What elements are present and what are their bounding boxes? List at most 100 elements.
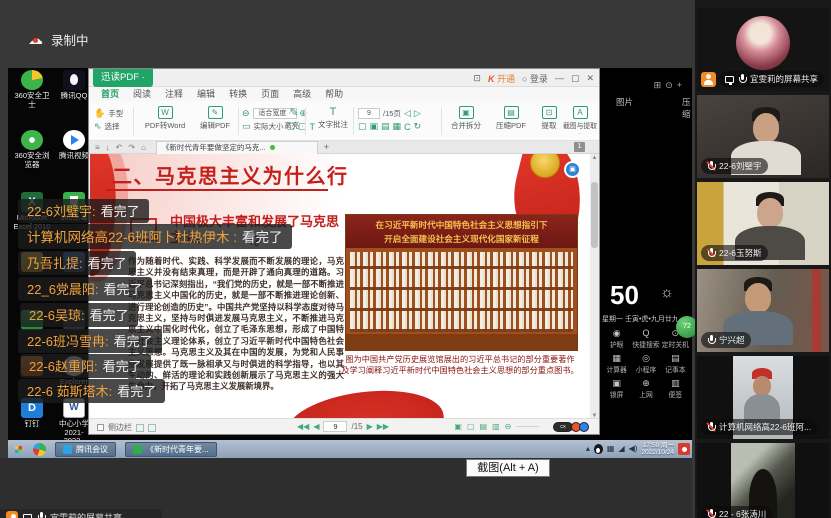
tab-pictures[interactable]: 图片 [616, 96, 633, 108]
360-taskbar-icon[interactable] [33, 443, 46, 456]
menu-tab-page[interactable]: 页面 [261, 87, 279, 101]
zoom-slider[interactable]: ──── [516, 422, 539, 431]
view-mode-icon-4[interactable]: ▥ [492, 422, 500, 431]
select-tool[interactable]: ⇖选择 [94, 120, 123, 133]
ime-tray-icon[interactable]: ▦ [607, 444, 615, 454]
compress-pdf-button[interactable]: ▤ 压缩PDF [491, 106, 531, 131]
start-button[interactable] [11, 442, 26, 457]
single-page-icon[interactable]: ▢ [358, 121, 367, 132]
participant-tile[interactable]: 22-6玉努斯 [697, 182, 829, 265]
vip-link[interactable]: K 开通 [488, 72, 515, 85]
next-page-icon[interactable]: ▶ [367, 422, 373, 431]
plus-icon[interactable]: + [677, 80, 686, 90]
minimize-button[interactable]: — [555, 73, 564, 83]
app-eye-care[interactable]: ◉护眼 [602, 328, 631, 349]
app-lock-screen[interactable]: ▣锁屏 [602, 378, 631, 399]
page-number-input[interactable]: 9 [323, 421, 347, 432]
last-page-icon[interactable]: ▶▶ [377, 422, 389, 431]
zoom-out-icon[interactable]: ⊖ [242, 108, 250, 119]
pdf-app-tab[interactable]: 迅读PDF · [93, 69, 153, 87]
eye-icon: ◉ [602, 328, 631, 339]
edit-pdf-button[interactable]: ✎ 编辑PDF [195, 106, 235, 131]
desktop-icon-360safe[interactable]: 360安全卫士 [12, 70, 52, 109]
undo-icon[interactable]: ↶ [116, 143, 123, 152]
tray-expand-icon[interactable]: ▴ [586, 444, 590, 454]
app-internet[interactable]: ⊕上网 [631, 378, 660, 399]
view-mode-icon-1[interactable]: ▣ [454, 422, 462, 431]
highlight-button[interactable]: ✎ 高亮 · [279, 106, 309, 131]
qq-tray-icon[interactable] [594, 444, 603, 454]
page-number-input[interactable]: 9 [358, 108, 380, 119]
app-quick-search[interactable]: Q快捷搜索 [631, 328, 660, 349]
close-button[interactable]: ✕ [586, 73, 594, 84]
rotate-right-icon[interactable]: ↻ [414, 121, 422, 132]
rotate-left-icon[interactable]: C [404, 122, 411, 132]
home-icon[interactable]: ⌂ [141, 143, 146, 152]
maximize-button[interactable]: ▢ [571, 73, 580, 84]
menu-tab-help[interactable]: 帮助 [325, 87, 343, 101]
panel-button-1[interactable] [136, 424, 144, 432]
extract-button[interactable]: ⊡ 提取 [537, 106, 561, 131]
taskbar-clock[interactable]: 17:50 周一 2022/10/24 [641, 442, 674, 457]
vertical-scrollbar[interactable]: ▲ ▼ [590, 154, 599, 420]
taskbar-button-pdf[interactable]: 《新时代青年要... [125, 442, 217, 457]
save-icon[interactable]: ↓ [106, 143, 110, 152]
participant-tile[interactable]: 宁兴超 [697, 269, 829, 352]
pdf-menubar: 首页 阅读 注释 编辑 转换 页面 高级 帮助 [89, 87, 599, 101]
double-page-icon[interactable]: ▣ [370, 121, 379, 132]
menu-tab-read[interactable]: 阅读 [133, 87, 151, 101]
panel-button-2[interactable] [148, 424, 156, 432]
cx-tray-icon[interactable]: cx [553, 422, 573, 432]
app-calculator[interactable]: ▦计算器 [602, 353, 631, 374]
zoom-out-icon[interactable]: ⊖ [505, 422, 512, 431]
actual-size-icon[interactable]: ▭ [242, 121, 251, 132]
hand-tool[interactable]: ✋手型 [94, 107, 123, 120]
scrollbar-thumb[interactable] [591, 182, 598, 248]
chat-sender: 22_6党晨阳: [27, 282, 99, 297]
document-tab[interactable]: 《新时代青年要做坚定的马克... [156, 141, 318, 154]
tab-compress[interactable]: 压缩 [682, 96, 692, 120]
sidebar-checkbox[interactable] [97, 424, 104, 431]
participant-tile[interactable]: 22 - 6张涛川 [697, 443, 829, 518]
merge-split-button[interactable]: ▣ 合并拆分 [446, 106, 486, 131]
first-page-icon[interactable]: ◀◀ [297, 422, 309, 431]
grid-icon[interactable]: ⊞ [654, 80, 666, 90]
image-tool-button[interactable]: ▣ [564, 161, 581, 178]
next-page-icon[interactable]: ▷ [414, 108, 421, 119]
menu-tab-edit[interactable]: 编辑 [197, 87, 215, 101]
desktop-icon-360browser[interactable]: 360安全浏览器 [12, 130, 52, 169]
login-link[interactable]: ○ 登录 [522, 72, 548, 85]
app-notepad[interactable]: ▤记事本 [661, 353, 690, 374]
participant-tile[interactable]: 计算机网络高22-6班阿... [697, 356, 829, 439]
blue-tray-icon[interactable] [579, 422, 589, 432]
screen-share-control-bar[interactable]: 宜雯莉的屏幕共享 [0, 509, 162, 518]
scroll-up-icon[interactable]: ▲ [590, 155, 599, 161]
print-icon[interactable]: ≡ [95, 143, 100, 152]
snapshot-button[interactable]: A 截图与提取 · [563, 106, 597, 137]
book-view-icon[interactable]: ▦ [393, 121, 402, 132]
pdf-to-word-button[interactable]: W PDF转Word [139, 106, 191, 131]
share-doc-icon[interactable]: ⊡ [473, 73, 481, 84]
text-note-button[interactable]: T 文字批注 [311, 106, 355, 130]
participant-tile-presenter[interactable]: 宜雯莉的屏幕共享 [697, 8, 829, 91]
view-mode-icon-2[interactable]: ▢ [467, 422, 475, 431]
menu-tab-annotate[interactable]: 注释 [165, 87, 183, 101]
red-notification-tray-icon[interactable] [678, 443, 690, 455]
continuous-icon[interactable]: ▤ [381, 121, 390, 132]
recording-label: 录制中 [51, 30, 89, 49]
network-icon[interactable]: ◢ [618, 444, 624, 454]
menu-tab-convert[interactable]: 转换 [229, 87, 247, 101]
lock-icon[interactable]: ⊙ [665, 80, 677, 90]
app-sticky-notes[interactable]: ▥便签 [661, 378, 690, 399]
view-mode-icon-3[interactable]: ▤ [480, 422, 488, 431]
menu-tab-home[interactable]: 首页 [101, 87, 119, 101]
app-mini-programs[interactable]: ◎小程序 [631, 353, 660, 374]
redo-icon[interactable]: ↷ [128, 143, 135, 152]
volume-icon[interactable]: ◀) [629, 444, 638, 454]
taskbar-button-meeting[interactable]: 腾讯会议 [55, 442, 116, 457]
menu-tab-advanced[interactable]: 高级 [293, 87, 311, 101]
prev-page-icon[interactable]: ◁ [404, 108, 411, 119]
participant-tile[interactable]: 22-6刘璧宇 [697, 95, 829, 178]
prev-page-icon[interactable]: ◀ [313, 422, 319, 431]
new-tab-button[interactable]: + [324, 142, 329, 152]
